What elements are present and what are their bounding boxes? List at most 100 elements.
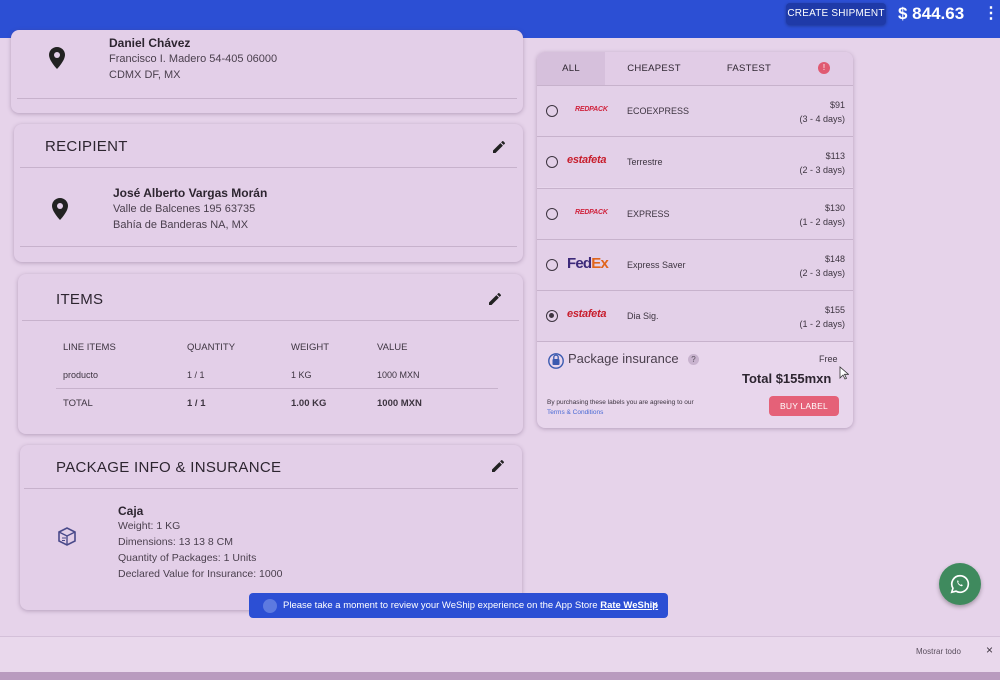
redpack-logo: REDPACK — [575, 106, 608, 113]
package-weight: Weight: 1 KG — [118, 520, 181, 532]
estafeta-logo: estafeta — [567, 308, 607, 320]
fedex-logo: FedEx — [567, 255, 625, 272]
terms-link[interactable]: Terms & Conditions — [547, 409, 603, 416]
rate-weship-link[interactable]: Rate WeShip — [600, 600, 658, 611]
rates-divider — [537, 341, 853, 342]
banner-close-icon[interactable]: × — [652, 593, 658, 618]
rate-tabs: ALL CHEAPEST FASTEST ! — [537, 52, 853, 85]
rate-option[interactable]: estafeta Terrestre $113 (2 - 3 days) — [537, 136, 853, 187]
total-value-cell: 1000 MXN — [377, 398, 422, 409]
package-quantity: Quantity of Packages: 1 Units — [118, 552, 257, 564]
rate-amount: $155 — [824, 305, 845, 315]
rate-option[interactable]: REDPACK EXPRESS $130 (1 - 2 days) — [537, 188, 853, 239]
rate-days: (2 - 3 days) — [799, 268, 845, 278]
rate-radio[interactable] — [546, 259, 558, 271]
show-all-button[interactable]: Mostrar todo — [916, 647, 961, 656]
column-header-weight: WEIGHT — [291, 342, 329, 353]
rate-option[interactable]: estafeta Dia Sig. $155 (1 - 2 days) — [537, 290, 853, 341]
rate-price: $130 (1 - 2 days) — [799, 201, 845, 229]
recipient-card: RECIPIENT José Alberto Vargas Morán Vall… — [14, 124, 523, 262]
rate-radio-selected[interactable] — [546, 310, 558, 322]
fedex-logo-fed: Fed — [567, 255, 592, 272]
create-shipment-button[interactable]: CREATE SHIPMENT — [786, 3, 886, 25]
sender-name: Daniel Chávez — [109, 36, 191, 50]
recipient-address-line2: Bahía de Banderas NA, MX — [113, 219, 249, 231]
item-weight-cell: 1 KG — [291, 370, 312, 380]
terms-text: By purchasing these labels you are agree… — [547, 399, 694, 406]
card-divider — [20, 246, 517, 247]
rate-price: $155 (1 - 2 days) — [799, 303, 845, 331]
terms-notice: By purchasing these labels you are agree… — [547, 398, 697, 418]
items-title: ITEMS — [56, 291, 104, 308]
location-pin-icon — [49, 47, 65, 69]
package-declared-value: Declared Value for Insurance: 1000 — [118, 568, 283, 580]
rate-days: (1 - 2 days) — [799, 217, 845, 227]
rate-radio[interactable] — [546, 208, 558, 220]
edit-pencil-icon[interactable] — [491, 139, 507, 155]
rate-price: $113 (2 - 3 days) — [799, 149, 845, 177]
rate-days: (3 - 4 days) — [799, 114, 845, 124]
banner-text: Please take a moment to review your WeSh… — [283, 600, 598, 611]
total-quantity-cell: 1 / 1 — [187, 398, 206, 409]
insurance-label: Package insurance — [568, 351, 679, 366]
card-divider — [22, 320, 519, 321]
download-bar-close-icon[interactable]: × — [986, 643, 993, 657]
buy-label-button[interactable]: BUY LABEL — [769, 396, 839, 416]
items-card: ITEMS LINE ITEMS QUANTITY WEIGHT VALUE p… — [18, 274, 523, 434]
rate-service: Terrestre — [627, 157, 663, 167]
sender-address-line2: CDMX DF, MX — [109, 69, 181, 81]
rate-service: EXPRESS — [627, 209, 670, 219]
recipient-title: RECIPIENT — [45, 138, 128, 155]
total-price: Total $155mxn — [742, 371, 832, 386]
tab-fastest[interactable]: FASTEST — [707, 52, 791, 85]
tab-all[interactable]: ALL — [537, 52, 605, 85]
edit-pencil-icon[interactable] — [487, 291, 503, 307]
rate-amount: $91 — [829, 100, 845, 110]
rate-price: $91 (3 - 4 days) — [799, 98, 845, 126]
recipient-name: José Alberto Vargas Morán — [113, 186, 268, 200]
account-balance: $ 844.63 — [898, 4, 965, 23]
help-icon[interactable]: ? — [688, 354, 699, 365]
more-menu-icon[interactable]: ⋮ — [983, 4, 999, 24]
table-divider — [56, 388, 498, 389]
card-divider — [17, 98, 517, 99]
estafeta-logo: estafeta — [567, 154, 607, 166]
whatsapp-chat-button[interactable] — [939, 563, 981, 605]
edit-pencil-icon[interactable] — [490, 458, 506, 474]
lock-shield-icon — [548, 353, 564, 369]
review-banner: Please take a moment to review your WeSh… — [249, 593, 668, 618]
item-quantity-cell: 1 / 1 — [187, 370, 205, 380]
alert-badge: ! — [818, 62, 830, 74]
rate-radio[interactable] — [546, 105, 558, 117]
total-weight-cell: 1.00 KG — [291, 398, 327, 409]
taskbar — [0, 672, 1000, 680]
card-divider — [24, 488, 518, 489]
tab-cheapest[interactable]: CHEAPEST — [611, 52, 697, 85]
rate-radio[interactable] — [546, 156, 558, 168]
whatsapp-icon — [950, 574, 970, 594]
recipient-address-line1: Valle de Balcenes 195 63735 — [113, 203, 256, 215]
rate-option[interactable]: FedEx Express Saver $148 (2 - 3 days) — [537, 239, 853, 290]
banner-message: Please take a moment to review your WeSh… — [283, 593, 658, 618]
location-pin-icon — [52, 198, 68, 220]
redpack-logo: REDPACK — [575, 209, 608, 216]
item-value-cell: 1000 MXN — [377, 370, 420, 380]
rate-option[interactable]: REDPACK ECOEXPRESS $91 (3 - 4 days) — [537, 85, 853, 136]
sender-card: Daniel Chávez Francisco I. Madero 54-405… — [11, 30, 523, 113]
rate-days: (2 - 3 days) — [799, 165, 845, 175]
rate-amount: $113 — [825, 151, 845, 161]
insurance-value: Free — [819, 354, 838, 364]
download-bar: Mostrar todo × — [0, 636, 1000, 672]
package-name: Caja — [118, 504, 144, 518]
radio-selected-dot — [549, 313, 554, 318]
column-header-value: VALUE — [377, 342, 408, 353]
rates-panel: ALL CHEAPEST FASTEST ! REDPACK ECOEXPRES… — [537, 52, 853, 428]
package-dimensions: Dimensions: 13 13 8 CM — [118, 536, 233, 548]
rate-days: (1 - 2 days) — [799, 319, 845, 329]
package-card: PACKAGE INFO & INSURANCE Caja Weight: 1 … — [20, 445, 522, 610]
rate-amount: $130 — [824, 203, 845, 213]
app-store-icon — [263, 599, 277, 613]
rate-service: Dia Sig. — [627, 311, 659, 321]
mouse-cursor-icon — [839, 366, 849, 380]
rate-price: $148 (2 - 3 days) — [799, 252, 845, 280]
